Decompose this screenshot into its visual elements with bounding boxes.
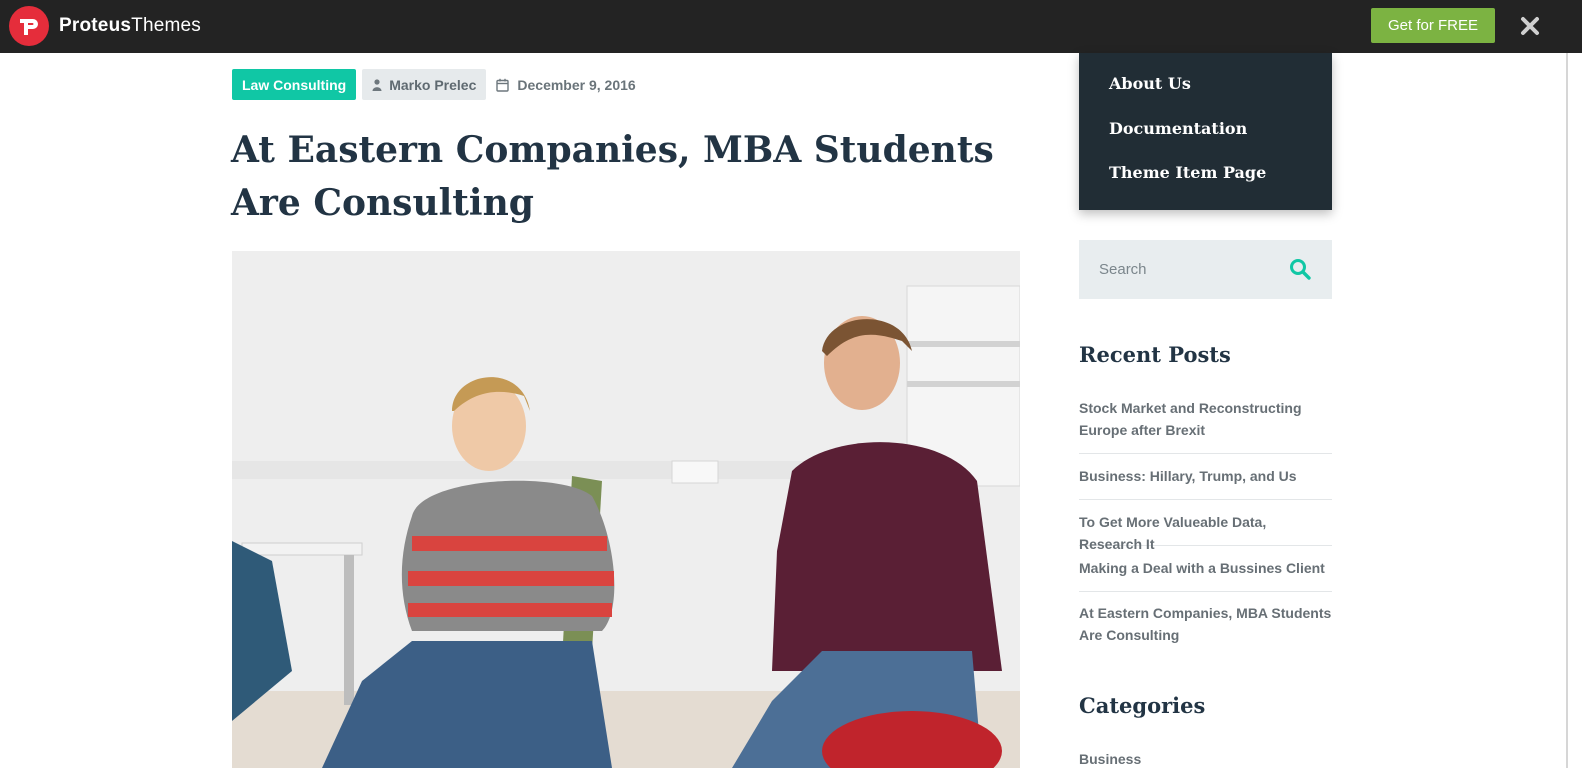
get-for-free-button[interactable]: Get for FREE: [1371, 8, 1495, 43]
close-icon[interactable]: [1519, 15, 1541, 37]
recent-posts-title: Recent Posts: [1079, 342, 1231, 367]
recent-post-link[interactable]: Stock Market and Reconstructing Europe a…: [1079, 397, 1332, 441]
post-featured-image: [232, 251, 1020, 768]
post-meta: Law Consulting Marko Prelec December 9, …: [232, 69, 636, 100]
brand[interactable]: ProteusThemes: [9, 6, 201, 46]
list-item: At Eastern Companies, MBA Students Are C…: [1079, 592, 1332, 659]
brand-name: ProteusThemes: [59, 15, 201, 37]
menu-item-about-us[interactable]: About Us: [1079, 72, 1332, 117]
scrollbar-edge: [1566, 53, 1568, 768]
user-icon: [372, 78, 382, 91]
dropdown-menu: About Us Documentation Theme Item Page: [1079, 53, 1332, 210]
list-item: Stock Market and Reconstructing Europe a…: [1079, 387, 1332, 454]
menu-item-theme-item-page[interactable]: Theme Item Page: [1079, 161, 1332, 206]
calendar-icon: [496, 78, 510, 92]
brand-name-light: Themes: [131, 15, 201, 36]
search-icon[interactable]: [1288, 257, 1312, 281]
recent-post-link[interactable]: At Eastern Companies, MBA Students Are C…: [1079, 602, 1332, 646]
top-bar: ProteusThemes Get for FREE: [0, 0, 1582, 53]
list-item: Business: Hillary, Trump, and Us: [1079, 454, 1332, 500]
post-date-text: December 9, 2016: [517, 76, 636, 93]
recent-post-link[interactable]: Making a Deal with a Bussines Client: [1079, 557, 1332, 579]
post-date: December 9, 2016: [496, 76, 636, 93]
proteus-logo-icon: [9, 6, 49, 46]
search-widget: [1079, 240, 1332, 299]
author-badge[interactable]: Marko Prelec: [362, 69, 487, 100]
category-link-business[interactable]: Business: [1079, 751, 1141, 767]
list-item: To Get More Valueable Data, Research It: [1079, 500, 1332, 552]
recent-posts-list: Stock Market and Reconstructing Europe a…: [1079, 387, 1332, 659]
category-badge[interactable]: Law Consulting: [232, 69, 357, 100]
brand-name-bold: Proteus: [59, 15, 132, 36]
recent-post-link[interactable]: Business: Hillary, Trump, and Us: [1079, 465, 1332, 487]
categories-title: Categories: [1079, 693, 1206, 718]
search-input[interactable]: [1099, 261, 1289, 278]
post-title: At Eastern Companies, MBA Students Are C…: [231, 129, 994, 224]
author-name: Marko Prelec: [389, 76, 477, 93]
menu-item-documentation[interactable]: Documentation: [1079, 117, 1332, 162]
